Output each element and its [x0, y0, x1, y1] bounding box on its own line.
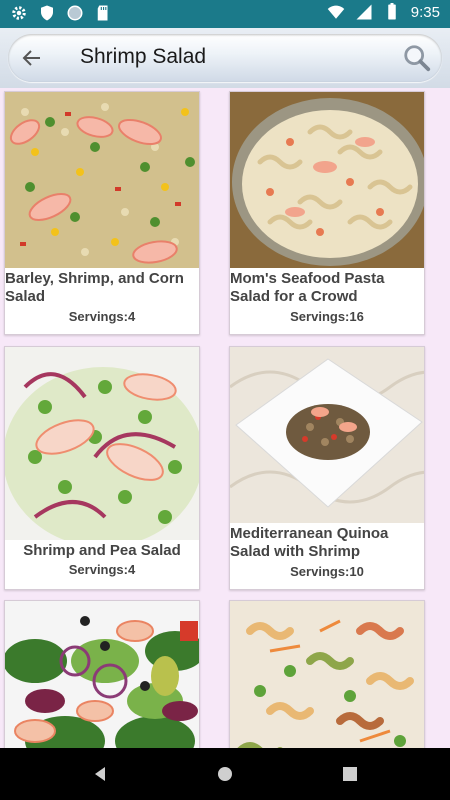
recipe-photo [5, 601, 199, 748]
recipe-title: Barley, Shrimp, and Corn Salad [5, 270, 184, 305]
recipe-servings: Servings:4 [68, 562, 136, 577]
recipe-card[interactable]: Shrimp and Pea Salad Servings:4 [4, 346, 200, 590]
recipe-card[interactable]: Mediterranean Quinoa Salad with Shrimp S… [229, 346, 425, 590]
recipe-servings: Servings:10 [290, 564, 364, 579]
recipe-photo [230, 601, 424, 748]
recipe-card[interactable]: Barley, Shrimp, and Corn Salad Servings:… [4, 91, 200, 335]
settings-icon [12, 6, 26, 20]
recipe-title: Mom's Seafood Pasta Salad for a Crowd [230, 270, 385, 305]
back-arrow-icon[interactable] [20, 46, 44, 70]
search-icon[interactable] [402, 43, 432, 73]
recipe-grid: Barley, Shrimp, and Corn Salad Servings:… [0, 88, 450, 748]
sd-card-icon [97, 5, 108, 21]
recipe-title: Mediterranean Quinoa Salad with Shrimp [230, 525, 389, 560]
recipe-photo [5, 92, 199, 268]
shield-icon [41, 5, 53, 21]
cell-signal-icon [356, 4, 372, 20]
circle-icon [67, 5, 83, 21]
back-nav-icon[interactable] [90, 764, 110, 784]
status-bar: 9:35 [0, 0, 450, 28]
battery-icon [388, 3, 396, 20]
app-bar: Shrimp Salad [0, 28, 450, 88]
status-time: 9:35 [410, 3, 440, 21]
recipe-servings: Servings:16 [290, 309, 364, 324]
recipe-photo [230, 92, 424, 268]
wifi-icon [327, 5, 345, 19]
recipe-photo [230, 347, 424, 523]
recipe-card[interactable]: Mom's Seafood Pasta Salad for a Crowd Se… [229, 91, 425, 335]
recipe-servings: Servings:4 [68, 309, 136, 324]
recipe-card[interactable] [229, 600, 425, 748]
search-bar[interactable]: Shrimp Salad [8, 34, 442, 82]
recents-nav-icon[interactable] [340, 764, 360, 784]
recipe-card[interactable] [4, 600, 200, 748]
search-query[interactable]: Shrimp Salad [80, 45, 206, 69]
navigation-bar [0, 748, 450, 800]
home-nav-icon[interactable] [215, 764, 235, 784]
recipe-photo [5, 347, 199, 540]
recipe-title: Shrimp and Pea Salad [23, 542, 181, 559]
